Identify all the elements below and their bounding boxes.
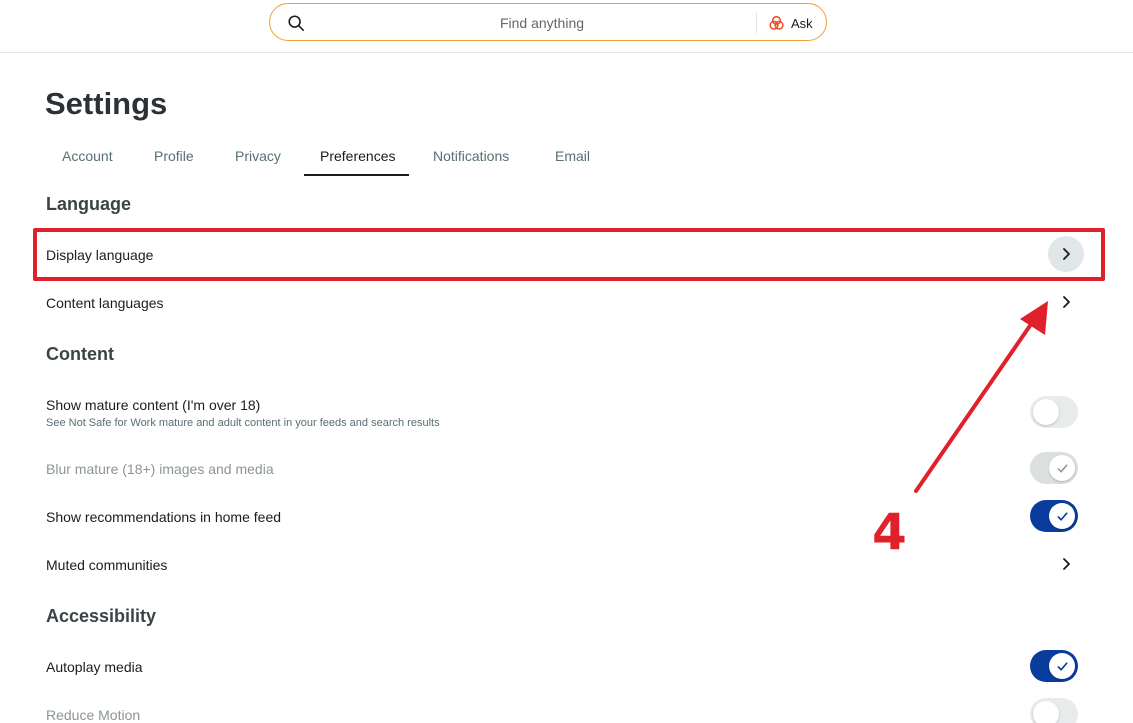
tab-notifications[interactable]: Notifications	[433, 148, 509, 164]
blur-mature-label: Blur mature (18+) images and media	[46, 461, 274, 477]
section-heading-content: Content	[46, 344, 114, 364]
annotation-highlight-box	[33, 228, 1105, 281]
check-icon	[1056, 661, 1068, 671]
autoplay-media-label: Autoplay media	[46, 659, 143, 675]
mature-content-label: Show mature content (I'm over 18)	[46, 397, 261, 413]
muted-communities-chevron-button[interactable]	[1048, 546, 1084, 582]
active-tab-indicator	[304, 174, 409, 176]
search-divider	[756, 13, 757, 33]
check-icon	[1056, 511, 1068, 521]
tab-account[interactable]: Account	[62, 148, 113, 164]
reduce-motion-label: Reduce Motion	[46, 707, 141, 723]
top-bar: Ask	[0, 0, 1133, 53]
toggle-knob	[1049, 653, 1075, 679]
search-input[interactable]	[330, 9, 754, 37]
mature-content-description: See Not Safe for Work mature and adult c…	[46, 417, 440, 429]
toggle-knob	[1049, 503, 1075, 529]
setting-row-reduce-motion[interactable]: Reduce Motion	[46, 694, 1086, 723]
chevron-right-icon	[1063, 558, 1070, 570]
search-bar[interactable]: Ask	[269, 3, 827, 41]
content-languages-label: Content languages	[46, 295, 164, 311]
tab-email[interactable]: Email	[555, 148, 590, 164]
autoplay-media-toggle[interactable]	[1030, 650, 1078, 682]
ask-icon	[769, 15, 784, 30]
muted-communities-label: Muted communities	[46, 557, 168, 573]
annotation-step-number: 4	[872, 503, 907, 561]
toggle-knob	[1033, 701, 1059, 723]
page-title: Settings	[45, 86, 168, 121]
reduce-motion-toggle[interactable]	[1030, 698, 1078, 723]
section-heading-accessibility: Accessibility	[46, 606, 157, 626]
chevron-right-icon	[1063, 296, 1070, 308]
recommendations-label: Show recommendations in home feed	[46, 509, 282, 525]
search-icon	[288, 15, 305, 32]
setting-row-muted-communities[interactable]: Muted communities	[46, 544, 1086, 584]
ask-button-label: Ask	[791, 15, 813, 31]
annotation-arrow	[914, 301, 1048, 493]
section-heading-language: Language	[46, 194, 132, 214]
tab-privacy[interactable]: Privacy	[235, 148, 281, 164]
tab-profile[interactable]: Profile	[154, 148, 194, 164]
ask-button[interactable]: Ask	[768, 11, 813, 35]
setting-row-autoplay-media[interactable]: Autoplay media	[46, 646, 1086, 686]
tab-preferences[interactable]: Preferences	[320, 148, 395, 164]
